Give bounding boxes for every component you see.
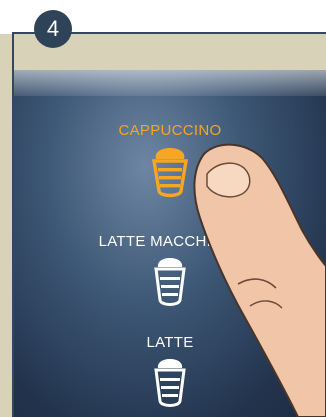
instruction-figure: 4 CAPPUCCINO LATTE MACCHIATO LATTE [0,0,326,417]
finger-pointer-icon [193,143,326,417]
machine-display: CAPPUCCINO LATTE MACCHIATO LATTE [14,70,326,417]
step-number: 4 [46,16,60,41]
step-number-badge: 4 [34,10,72,48]
